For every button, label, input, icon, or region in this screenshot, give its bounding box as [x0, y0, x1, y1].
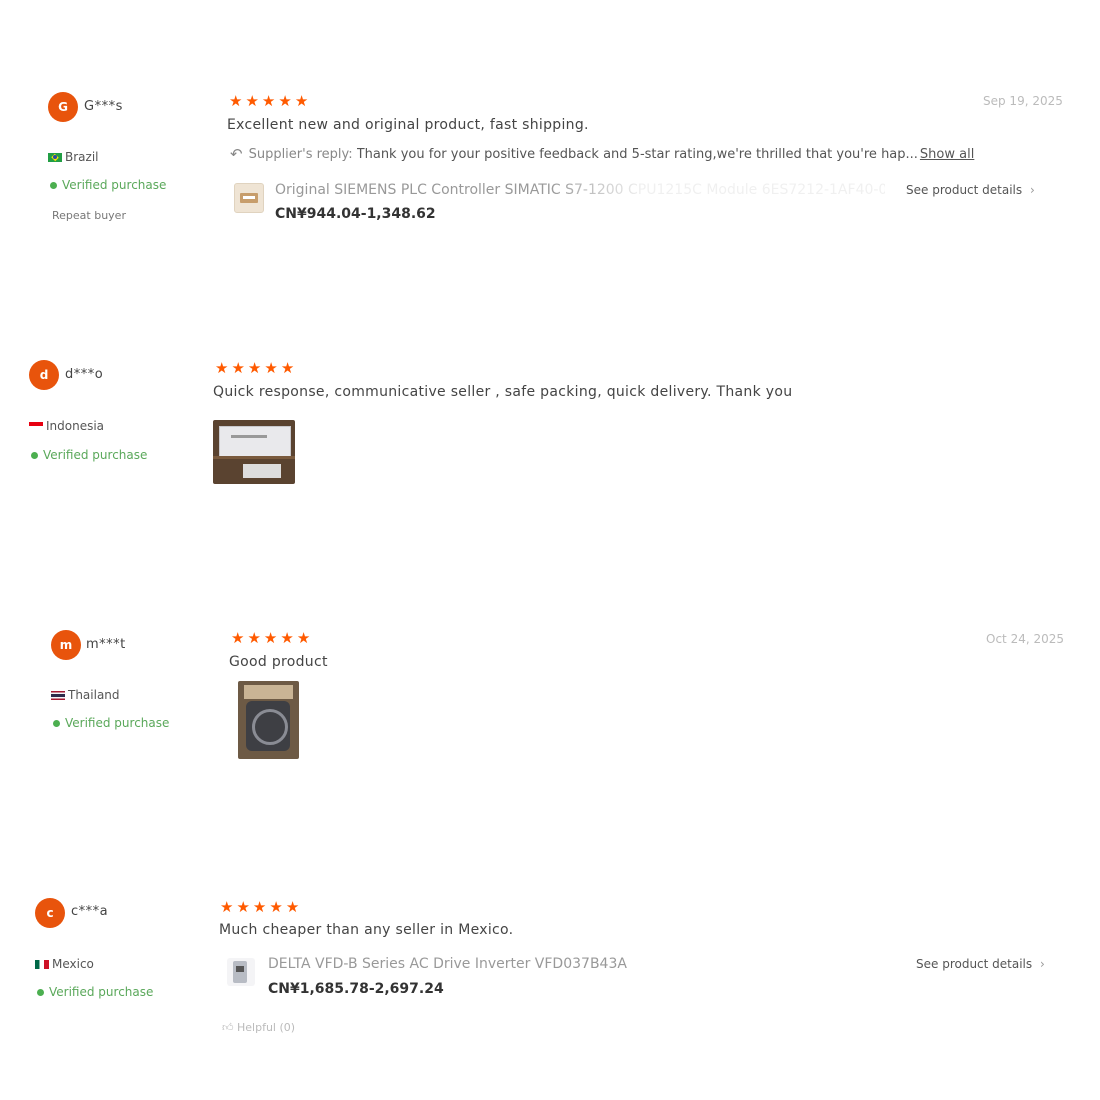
- star-rating: ★ ★ ★ ★ ★: [220, 898, 302, 916]
- country: Brazil: [48, 150, 99, 164]
- avatar: c: [35, 898, 65, 928]
- country-label: Brazil: [65, 150, 99, 164]
- avatar: G: [48, 92, 78, 122]
- product-price: CN¥944.04-1,348.62: [275, 206, 436, 222]
- avatar: d: [29, 360, 59, 390]
- reply-label: Supplier's reply:: [248, 146, 353, 162]
- star-icon: ★: [280, 360, 296, 377]
- star-icon: ★: [261, 93, 277, 110]
- product-price: CN¥1,685.78-2,697.24: [268, 981, 444, 997]
- see-product-details-link[interactable]: See product details ›: [916, 957, 1045, 971]
- product-thumbnail[interactable]: [234, 183, 264, 213]
- verified-badge: Verified purchase: [31, 448, 147, 462]
- supplier-reply: ↶ Supplier's reply: Thank you for your p…: [230, 145, 1000, 163]
- helpful-button[interactable]: 👍︎ Helpful (0): [222, 1021, 295, 1034]
- star-rating: ★ ★ ★ ★ ★: [215, 359, 297, 377]
- verified-label: Verified purchase: [49, 985, 154, 999]
- star-icon: ★: [296, 630, 312, 647]
- country-label: Indonesia: [46, 419, 105, 433]
- brazil-flag-icon: [48, 152, 62, 162]
- star-icon: ★: [231, 630, 246, 647]
- star-icon: ★: [278, 93, 293, 110]
- star-rating: ★ ★ ★ ★ ★: [231, 629, 313, 647]
- check-icon: [53, 719, 60, 727]
- see-product-details-link[interactable]: See product details ›: [906, 183, 1035, 197]
- indonesia-flag-icon: [29, 422, 43, 430]
- product-thumbnail[interactable]: [227, 958, 255, 986]
- country-label: Mexico: [52, 957, 94, 971]
- verified-label: Verified purchase: [62, 178, 167, 192]
- thailand-flag-icon: [51, 690, 65, 700]
- country: Mexico: [35, 957, 94, 971]
- star-icon: ★: [215, 360, 230, 377]
- chevron-right-icon: ›: [1039, 957, 1045, 971]
- show-all-link[interactable]: Show all: [920, 147, 974, 162]
- verified-badge: Verified purchase: [50, 178, 166, 192]
- username: c***a: [71, 904, 109, 919]
- star-icon: ★: [229, 93, 244, 110]
- avatar: m: [51, 630, 81, 660]
- chevron-right-icon: ›: [1029, 183, 1035, 197]
- star-icon: ★: [245, 93, 260, 110]
- review-date: Sep 19, 2025: [983, 94, 1063, 108]
- verified-label: Verified purchase: [65, 716, 170, 730]
- star-icon: ★: [269, 899, 284, 916]
- star-icon: ★: [252, 899, 268, 916]
- product-title[interactable]: DELTA VFD-B Series AC Drive Inverter VFD…: [268, 956, 648, 972]
- verified-label: Verified purchase: [43, 448, 148, 462]
- thumbs-up-icon: 👍︎: [222, 1021, 234, 1034]
- review-photo[interactable]: [213, 420, 295, 484]
- username: d***o: [65, 367, 104, 382]
- star-icon: ★: [247, 630, 262, 647]
- review-text: Quick response, communicative seller , s…: [213, 384, 793, 400]
- star-icon: ★: [285, 899, 301, 916]
- country: Thailand: [51, 688, 120, 702]
- username: m***t: [86, 637, 126, 652]
- country-label: Thailand: [68, 688, 120, 702]
- star-icon: ★: [231, 360, 246, 377]
- verified-badge: Verified purchase: [53, 716, 169, 730]
- username: G***s: [84, 99, 123, 114]
- star-icon: ★: [263, 630, 279, 647]
- product-title[interactable]: Original SIEMENS PLC Controller SIMATIC …: [275, 182, 885, 198]
- review-text: Good product: [229, 654, 328, 670]
- star-icon: ★: [220, 899, 235, 916]
- helpful-label: Helpful (0): [237, 1021, 296, 1034]
- check-icon: [31, 451, 38, 459]
- reply-arrow-icon: ↶: [230, 145, 243, 163]
- review-text: Excellent new and original product, fast…: [227, 117, 589, 133]
- star-icon: ★: [247, 360, 263, 377]
- review-date: Oct 24, 2025: [986, 632, 1064, 646]
- review-photo[interactable]: [238, 681, 299, 759]
- reply-text: Thank you for your positive feedback and…: [356, 146, 918, 162]
- review-text: Much cheaper than any seller in Mexico.: [219, 922, 514, 938]
- check-icon: [50, 181, 57, 189]
- repeat-buyer-label: Repeat buyer: [52, 209, 126, 222]
- mexico-flag-icon: [35, 959, 49, 969]
- star-icon: ★: [280, 630, 295, 647]
- star-rating: ★ ★ ★ ★ ★: [229, 92, 311, 110]
- star-icon: ★: [264, 360, 279, 377]
- check-icon: [37, 988, 44, 996]
- country: Indonesia: [29, 419, 104, 433]
- verified-badge: Verified purchase: [37, 985, 153, 999]
- star-icon: ★: [294, 93, 310, 110]
- star-icon: ★: [236, 899, 251, 916]
